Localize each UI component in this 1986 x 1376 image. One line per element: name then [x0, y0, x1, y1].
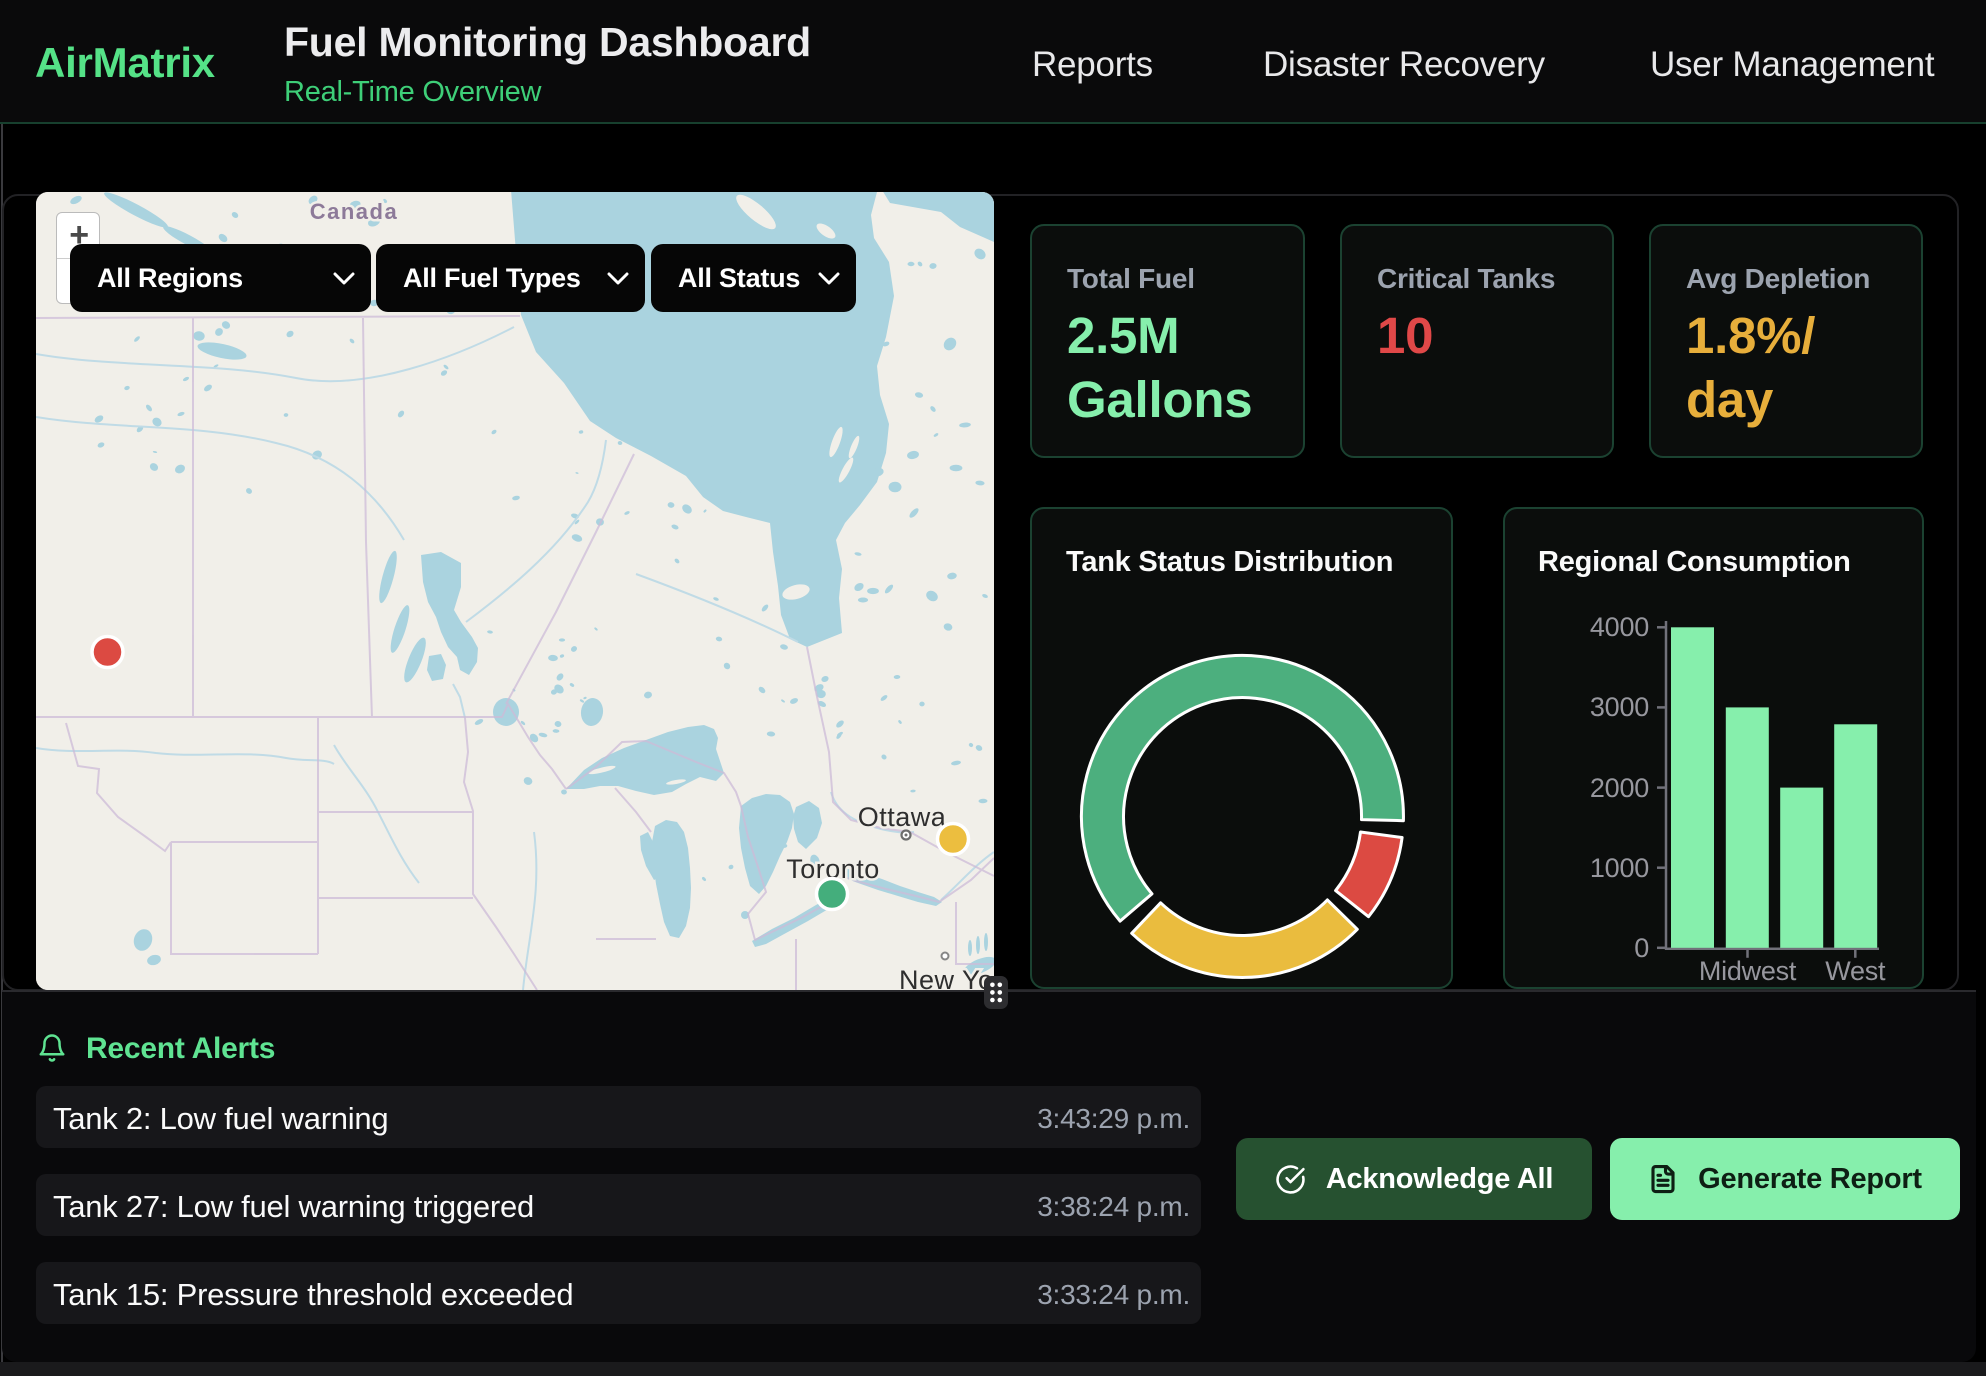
svg-text:1000: 1000 [1590, 853, 1649, 883]
svg-text:Canada: Canada [310, 199, 398, 224]
svg-text:4000: 4000 [1590, 612, 1649, 642]
svg-text:New York: New York [899, 965, 994, 990]
svg-text:Ottawa: Ottawa [858, 802, 947, 832]
svg-text:West: West [1825, 956, 1886, 986]
svg-text:3000: 3000 [1590, 692, 1649, 722]
svg-text:2000: 2000 [1590, 773, 1649, 803]
svg-text:Midwest: Midwest [1699, 956, 1797, 986]
svg-text:0: 0 [1634, 933, 1649, 963]
